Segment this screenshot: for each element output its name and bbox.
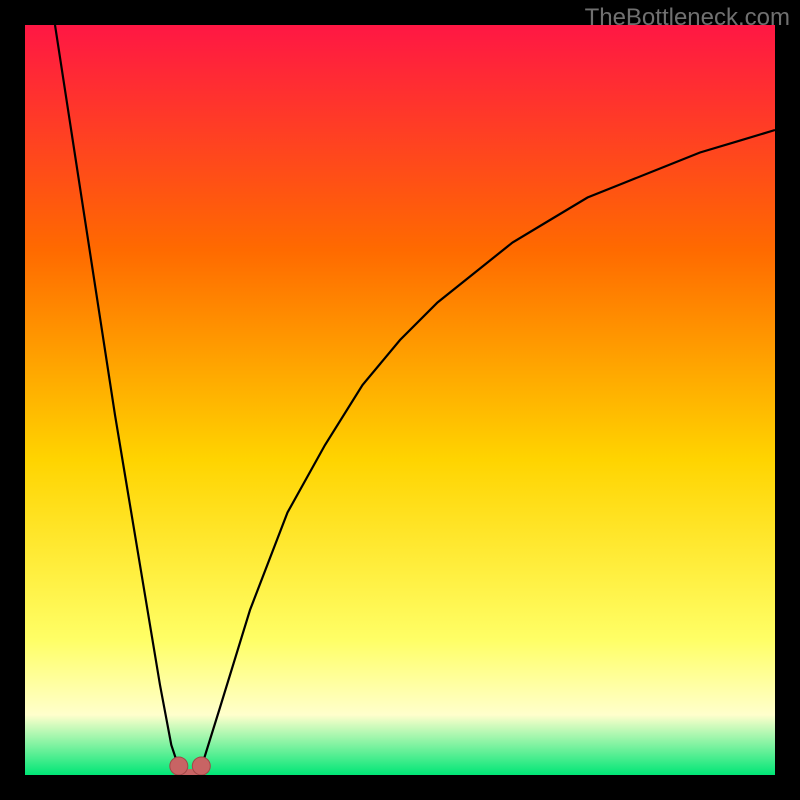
min-marker-right [192,757,210,775]
plot-area [25,25,775,775]
watermark-text: TheBottleneck.com [585,4,790,32]
bottleneck-curve-chart [25,25,775,775]
heat-gradient-background [25,25,775,775]
chart-frame: TheBottleneck.com [0,0,800,800]
min-marker-left [170,757,188,775]
